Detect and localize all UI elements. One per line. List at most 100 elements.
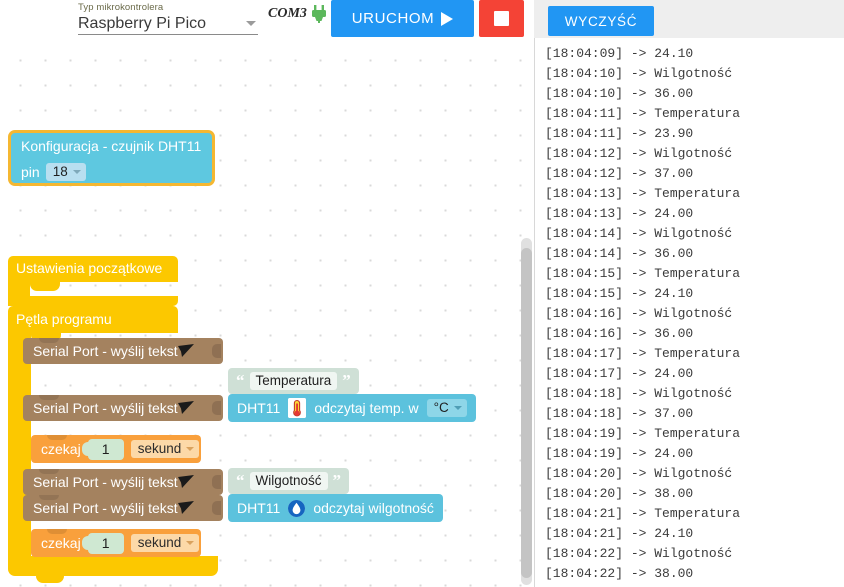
- quote-open-icon: “: [236, 471, 245, 490]
- console-log-line: [18:04:14] -> Wilgotność: [545, 226, 733, 241]
- toolbar: Typ mikrokontrolera Raspberry Pi Pico CO…: [0, 0, 844, 38]
- console-log-line: [18:04:19] -> 24.00: [545, 446, 694, 461]
- chevron-down-icon[interactable]: [246, 21, 256, 26]
- wait-value-input[interactable]: 1: [81, 438, 124, 460]
- run-button-label: URUCHOM: [351, 10, 435, 27]
- console-log-line: [18:04:13] -> 24.00: [545, 206, 694, 221]
- toolbar-right-section: WYCZYŚĆ: [534, 0, 844, 38]
- plug-connected-icon: [311, 5, 327, 23]
- block-text-temperatura[interactable]: “ Temperatura ”: [228, 368, 359, 394]
- console-log-line: [18:04:20] -> 38.00: [545, 486, 694, 501]
- block-setup-header[interactable]: Ustawienia początkowe: [8, 256, 178, 282]
- block-wait-2[interactable]: czekaj 1 sekund: [31, 529, 201, 557]
- block-loop-footer: [8, 556, 218, 576]
- block-serial-send-2[interactable]: Serial Port - wyślij tekst: [23, 395, 223, 421]
- block-dht11-read-humidity[interactable]: DHT11 odczytaj wilgotność: [228, 494, 443, 522]
- unit-dropdown-value: °C: [433, 400, 449, 415]
- block-setup-footer: [8, 296, 178, 306]
- block-notch: [47, 529, 67, 534]
- quote-close-icon: ”: [342, 371, 351, 390]
- console-log-line: [18:04:20] -> Wilgotność: [545, 466, 733, 481]
- wait-value-input[interactable]: 1: [81, 532, 124, 554]
- text-value-field[interactable]: Temperatura: [249, 372, 338, 390]
- wait-unit-dropdown[interactable]: sekund: [130, 440, 200, 458]
- pin-dropdown-value: 18: [52, 164, 68, 179]
- block-text-wilgotnosc[interactable]: “ Wilgotność ”: [228, 468, 350, 494]
- console-log-line: [18:04:09] -> 24.10: [545, 46, 694, 61]
- block-wait-label: czekaj: [41, 441, 81, 457]
- send-arrow-icon: [177, 343, 195, 358]
- block-serial-send-label: Serial Port - wyślij tekst: [33, 400, 178, 416]
- console-log-line: [18:04:12] -> Wilgotność: [545, 146, 733, 161]
- stop-square-icon: [494, 11, 509, 26]
- block-notch: [39, 495, 59, 500]
- mcu-type-select[interactable]: Typ mikrokontrolera Raspberry Pi Pico: [78, 2, 258, 35]
- block-loop-header[interactable]: Pętla programu: [8, 306, 178, 333]
- block-wait-1[interactable]: czekaj 1 sekund: [31, 435, 201, 463]
- block-input-socket: [212, 344, 221, 358]
- block-notch: [47, 435, 67, 440]
- mcu-type-value-row[interactable]: Raspberry Pi Pico: [78, 13, 258, 35]
- block-setup-notch: [30, 282, 60, 291]
- console-log-line: [18:04:17] -> 24.00: [545, 366, 694, 381]
- stop-button[interactable]: [479, 0, 524, 37]
- console-log-line: [18:04:11] -> Temperatura: [545, 106, 741, 121]
- pin-label: pin: [21, 164, 40, 180]
- block-input-socket: [212, 401, 221, 415]
- console-log-line: [18:04:18] -> 37.00: [545, 406, 694, 421]
- console-log-line: [18:04:15] -> Temperatura: [545, 266, 741, 281]
- console-log-line: [18:04:15] -> 24.10: [545, 286, 694, 301]
- console-log-line: [18:04:11] -> 23.90: [545, 126, 694, 141]
- pin-dropdown[interactable]: 18: [45, 163, 86, 181]
- console-log-line: [18:04:22] -> 38.00: [545, 566, 694, 581]
- blocks-canvas[interactable]: Konfiguracja - czujnik DHT11 pin 18 Usta…: [0, 38, 534, 587]
- console-log-line: [18:04:14] -> 36.00: [545, 246, 694, 261]
- unit-dropdown[interactable]: °C: [426, 399, 467, 417]
- text-value-field[interactable]: Wilgotność: [249, 472, 328, 490]
- console-log-line: [18:04:10] -> 36.00: [545, 86, 694, 101]
- block-wait-label: czekaj: [41, 535, 81, 551]
- clear-console-button[interactable]: WYCZYŚĆ: [548, 6, 654, 36]
- run-button[interactable]: URUCHOM: [331, 0, 474, 37]
- wait-unit-value: sekund: [137, 441, 182, 456]
- block-dht11-config-pin-row: pin 18: [21, 163, 86, 181]
- block-serial-send-label: Serial Port - wyślij tekst: [33, 500, 178, 516]
- quote-open-icon: “: [236, 371, 245, 390]
- block-serial-send-label: Serial Port - wyślij tekst: [33, 474, 178, 490]
- block-action-label: odczytaj temp. w: [314, 400, 419, 416]
- block-serial-send-4[interactable]: Serial Port - wyślij tekst: [23, 495, 223, 521]
- block-notch: [39, 469, 59, 474]
- block-serial-send-1[interactable]: Serial Port - wyślij tekst: [23, 338, 223, 364]
- console-log-line: [18:04:22] -> Wilgotność: [545, 546, 733, 561]
- play-icon: [441, 11, 454, 26]
- chevron-down-icon: [72, 169, 81, 174]
- block-notch: [39, 395, 59, 400]
- send-arrow-icon: [177, 400, 195, 415]
- block-input-socket: [212, 475, 221, 489]
- serial-console-lines: [18:04:09] -> 24.10 [18:04:10] -> Wilgotn…: [535, 38, 844, 584]
- thermometer-icon: [288, 398, 307, 418]
- console-log-line: [18:04:10] -> Wilgotność: [545, 66, 733, 81]
- chevron-down-icon: [453, 405, 462, 410]
- block-dht11-config[interactable]: Konfiguracja - czujnik DHT11 pin 18: [8, 130, 215, 186]
- canvas-scrollbar-thumb[interactable]: [521, 248, 532, 578]
- block-dht11-read-temperature[interactable]: DHT11 odczytaj temp. w °C: [228, 394, 476, 422]
- mcu-type-value: Raspberry Pi Pico: [78, 15, 207, 32]
- block-notch: [39, 338, 59, 343]
- block-setup-label: Ustawienia początkowe: [16, 260, 163, 276]
- block-serial-send-3[interactable]: Serial Port - wyślij tekst: [23, 469, 223, 495]
- console-log-line: [18:04:21] -> 24.10: [545, 526, 694, 541]
- wait-unit-value: sekund: [137, 535, 182, 550]
- console-log-line: [18:04:12] -> 37.00: [545, 166, 694, 181]
- console-log-line: [18:04:21] -> Temperatura: [545, 506, 741, 521]
- console-log-line: [18:04:16] -> 36.00: [545, 326, 694, 341]
- console-log-line: [18:04:19] -> Temperatura: [545, 426, 741, 441]
- app-root: Typ mikrokontrolera Raspberry Pi Pico CO…: [0, 0, 844, 587]
- mcu-type-label: Typ mikrokontrolera: [78, 2, 164, 13]
- block-loop-footer-tab: [36, 576, 64, 583]
- wait-unit-dropdown[interactable]: sekund: [130, 534, 200, 552]
- send-arrow-icon: [177, 474, 195, 489]
- block-device-label: DHT11: [237, 500, 281, 516]
- serial-console[interactable]: [18:04:09] -> 24.10 [18:04:10] -> Wilgotn…: [534, 38, 844, 587]
- block-action-label: odczytaj wilgotność: [313, 500, 434, 516]
